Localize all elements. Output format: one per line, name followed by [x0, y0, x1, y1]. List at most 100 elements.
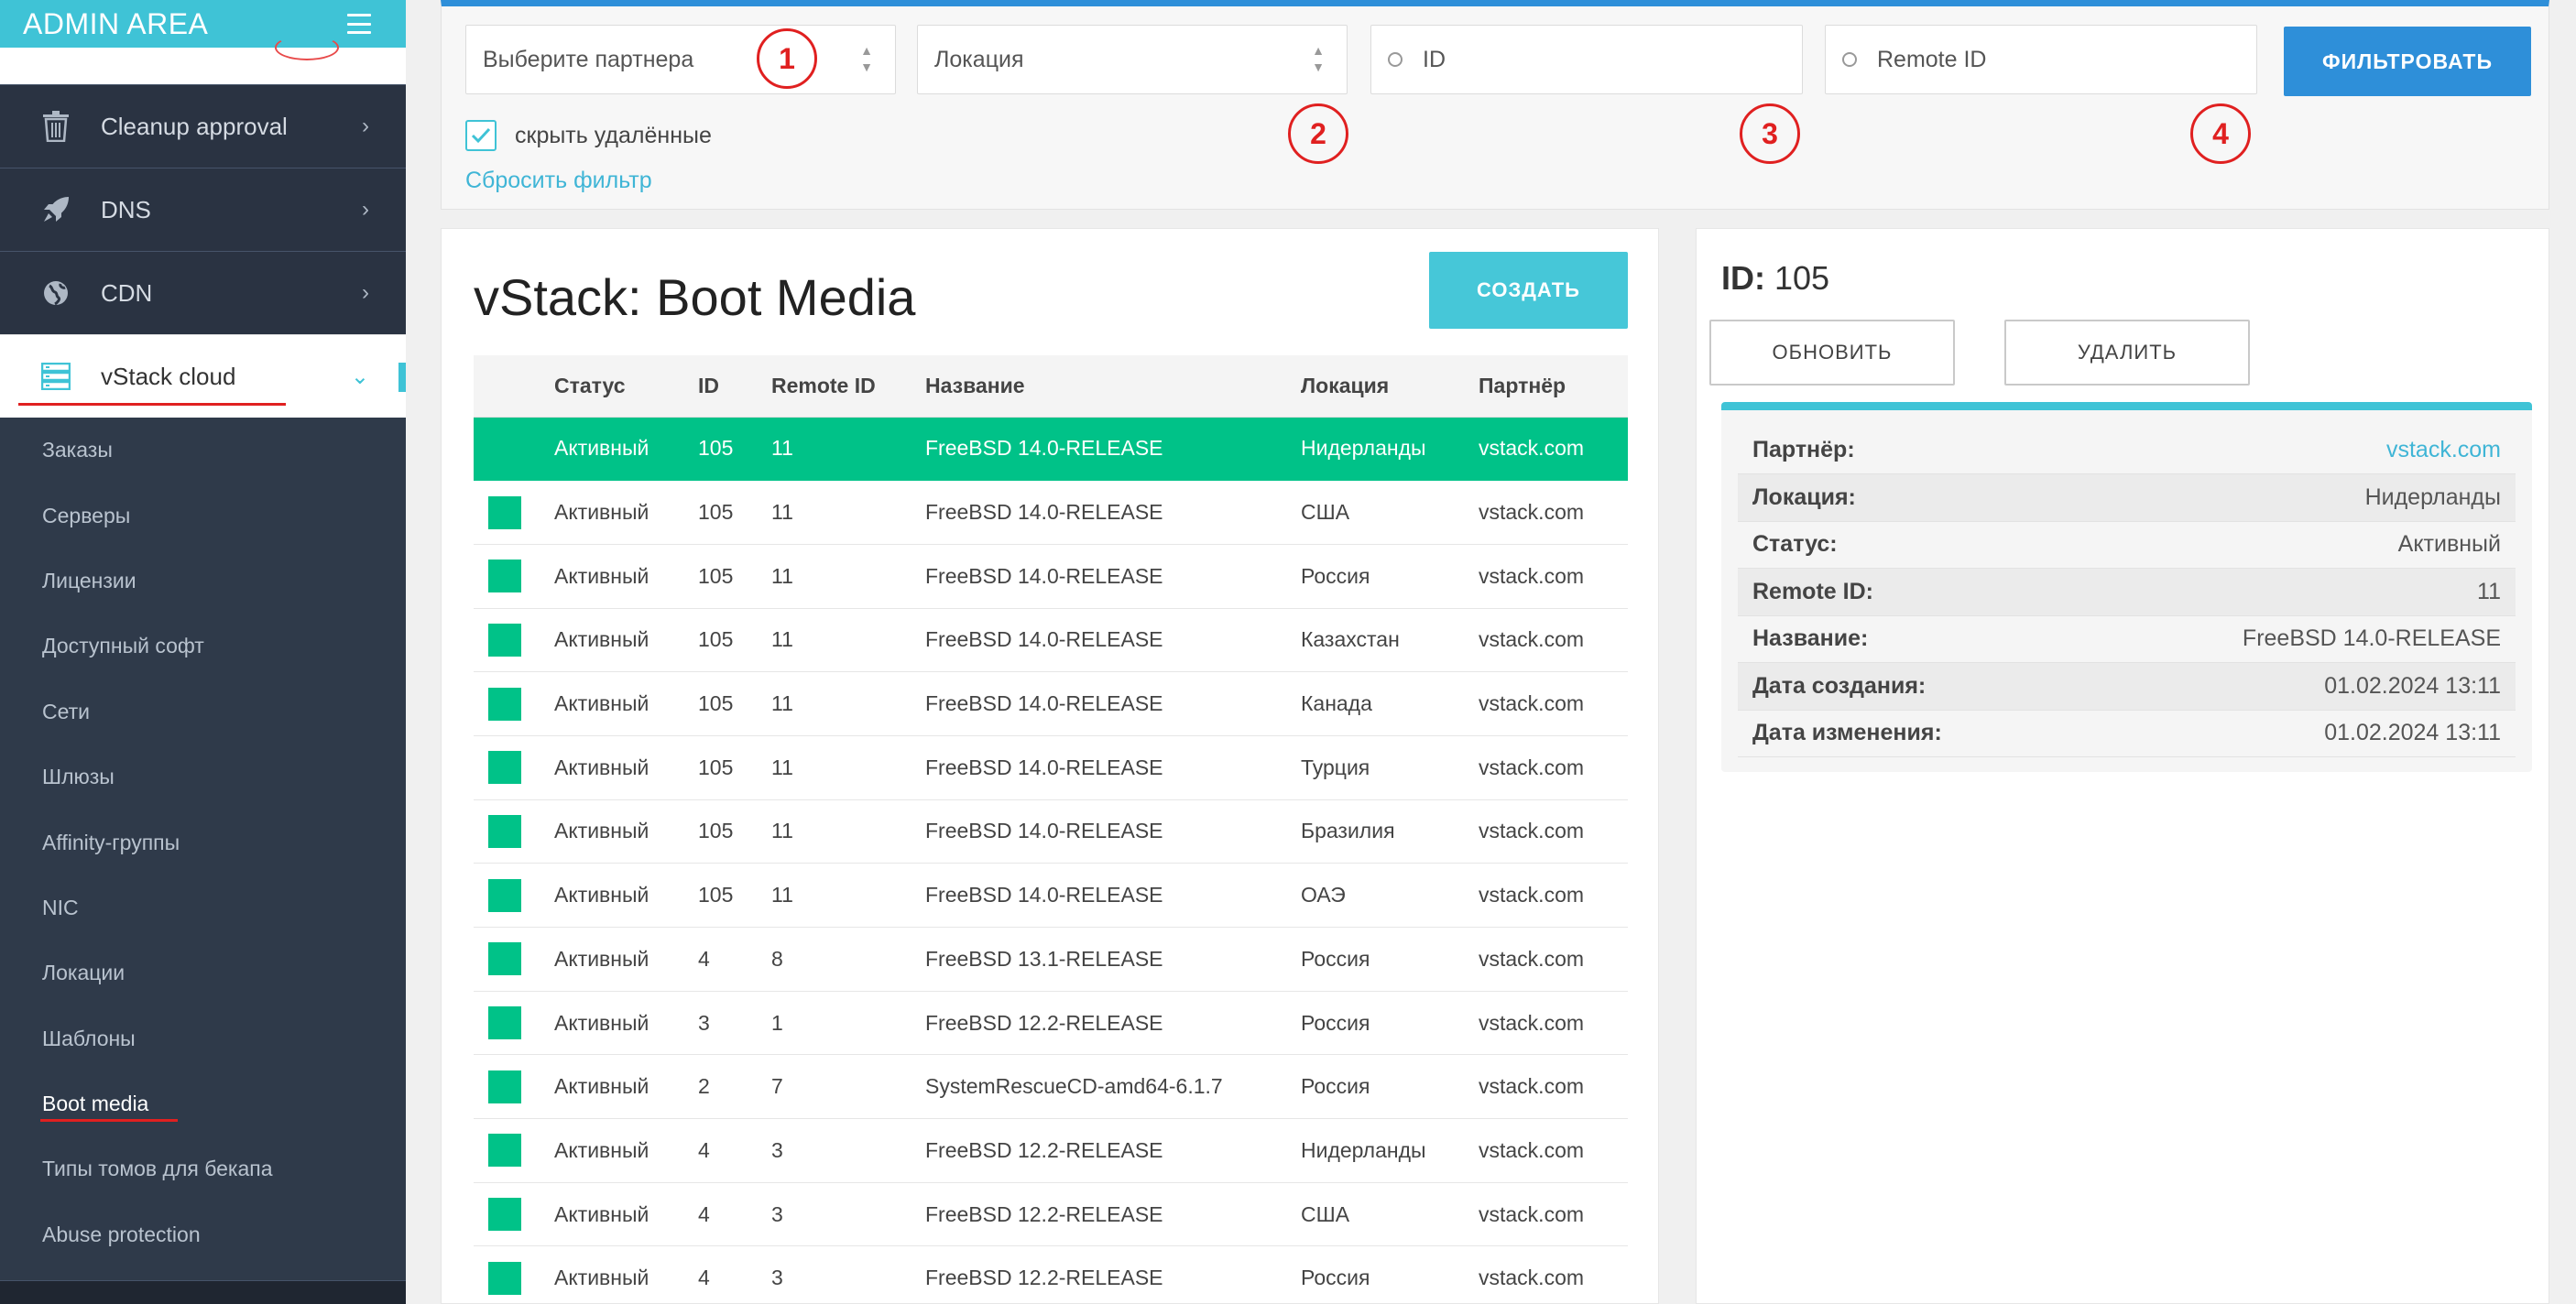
- location-cell: Нидерланды: [1301, 417, 1479, 482]
- chevron-right-icon: ›: [362, 197, 369, 222]
- status-marker-cell: [474, 799, 554, 864]
- sidebar-item-vstack-cloud[interactable]: vStack cloud ⌄: [0, 334, 406, 418]
- status-square-icon: [488, 751, 521, 785]
- table-row[interactable]: Активный 4 3 FreeBSD 12.2-RELEASE Нидерланды…: [474, 1118, 1628, 1183]
- id-input[interactable]: [1423, 46, 1713, 73]
- status-marker-cell: [474, 1245, 554, 1304]
- sidebar: ADMIN AREA Cleanup approval › DNS › CDN …: [0, 0, 406, 1304]
- table-row[interactable]: Активный 105 11 FreeBSD 14.0-RELEASE Бразили…: [474, 799, 1628, 864]
- create-button[interactable]: СОЗДАТЬ: [1429, 252, 1628, 329]
- remote-id-cell: 3: [771, 1118, 925, 1183]
- column-header-status[interactable]: Статус: [554, 355, 698, 418]
- sidebar-subitem-licenses[interactable]: Лицензии: [0, 549, 406, 614]
- sidebar-subitem-label: NIC: [42, 895, 79, 919]
- detail-key: Партнёр:: [1738, 427, 2074, 474]
- table-row[interactable]: Активный 2 7 SystemRescueCD-amd64-6.1.7 Росс…: [474, 1054, 1628, 1120]
- sidebar-subitem-networks[interactable]: Сети: [0, 679, 406, 744]
- annotation-mark: [275, 35, 339, 60]
- sidebar-subitem-affinity-groups[interactable]: Affinity-группы: [0, 810, 406, 875]
- column-header-partner[interactable]: Партнёр: [1479, 355, 1628, 418]
- column-header-marker: [474, 355, 554, 418]
- remote-id-cell: 11: [771, 863, 925, 928]
- location-cell: Турция: [1301, 735, 1479, 800]
- table-row[interactable]: Активный 105 11 FreeBSD 14.0-RELEASE Нидерла…: [474, 417, 1628, 482]
- column-header-location[interactable]: Локация: [1301, 355, 1479, 418]
- partner-select[interactable]: Выберите партнера ▲ ▼: [465, 25, 896, 94]
- partner-link[interactable]: vstack.com: [2386, 437, 2501, 462]
- sidebar-subitem-locations[interactable]: Локации: [0, 940, 406, 1005]
- circle-icon: [1842, 52, 1857, 67]
- id-cell: 2: [698, 1054, 771, 1120]
- location-select[interactable]: Локация ▲ ▼: [917, 25, 1348, 94]
- detail-id-value: 105: [1774, 259, 1830, 297]
- sidebar-item-cleanup-approval[interactable]: Cleanup approval ›: [0, 84, 406, 168]
- location-cell: США: [1301, 1182, 1479, 1247]
- sidebar-subitem-orders[interactable]: Заказы: [0, 418, 406, 483]
- sidebar-subitem-gateways[interactable]: Шлюзы: [0, 744, 406, 810]
- sidebar-subitem-boot-media[interactable]: Boot media: [0, 1071, 406, 1136]
- sidebar-subitem-nic[interactable]: NIC: [0, 875, 406, 940]
- sidebar-subitem-label: Сети: [42, 699, 91, 723]
- status-square-icon: [488, 1134, 521, 1168]
- status-square-icon: [488, 1070, 521, 1103]
- detail-value: 11: [2073, 568, 2516, 616]
- table-row[interactable]: Активный 4 3 FreeBSD 12.2-RELEASE США vstack.…: [474, 1182, 1628, 1247]
- id-cell: 105: [698, 480, 771, 545]
- boot-media-table: Статус ID Remote ID Название Локация Пар…: [474, 355, 1628, 1304]
- detail-id-label: ID:: [1721, 259, 1765, 297]
- remote-id-input[interactable]: [1877, 46, 2167, 73]
- id-field[interactable]: [1370, 25, 1803, 94]
- sidebar-subitem-servers[interactable]: Серверы: [0, 483, 406, 548]
- table-row[interactable]: Активный 105 11 FreeBSD 14.0-RELEASE ОАЭ vsta…: [474, 863, 1628, 928]
- update-button[interactable]: ОБНОВИТЬ: [1709, 320, 1955, 386]
- status-marker-cell: [474, 671, 554, 736]
- sidebar-item-dns[interactable]: DNS ›: [0, 168, 406, 251]
- sidebar-subitem-label: Доступный софт: [42, 634, 204, 658]
- delete-button[interactable]: УДАЛИТЬ: [2004, 320, 2250, 386]
- sidebar-footer: [0, 1280, 406, 1304]
- location-select-value: Локация: [934, 46, 1024, 72]
- table-row[interactable]: Активный 4 8 FreeBSD 13.1-RELEASE Россия vsta…: [474, 927, 1628, 992]
- name-cell: FreeBSD 14.0-RELEASE: [925, 735, 1301, 800]
- sidebar-subitem-software[interactable]: Доступный софт: [0, 614, 406, 679]
- sidebar-subitem-abuse-protection[interactable]: Abuse protection: [0, 1202, 406, 1267]
- status-square-icon: [488, 878, 521, 912]
- name-cell: SystemRescueCD-amd64-6.1.7: [925, 1054, 1301, 1120]
- detail-key: Статус:: [1738, 521, 2074, 569]
- reset-filter-link[interactable]: Сбросить фильтр: [465, 168, 652, 194]
- table-row[interactable]: Активный 105 11 FreeBSD 14.0-RELEASE Россия v…: [474, 544, 1628, 609]
- partner-cell: vstack.com: [1479, 991, 1628, 1056]
- sidebar-subitem-backup-volume-types[interactable]: Типы томов для бекапа: [0, 1136, 406, 1201]
- table-row[interactable]: Активный 4 3 FreeBSD 12.2-RELEASE Россия vsta…: [474, 1245, 1628, 1304]
- status-marker-cell: [474, 1182, 554, 1247]
- name-cell: FreeBSD 14.0-RELEASE: [925, 544, 1301, 609]
- sidebar-subitem-templates[interactable]: Шаблоны: [0, 1006, 406, 1071]
- id-cell: 4: [698, 927, 771, 992]
- table-row[interactable]: Активный 3 1 FreeBSD 12.2-RELEASE Россия vsta…: [474, 991, 1628, 1056]
- status-cell: Активный: [554, 1118, 698, 1183]
- column-header-remote-id[interactable]: Remote ID: [771, 355, 925, 418]
- filter-button[interactable]: ФИЛЬТРОВАТЬ: [2284, 27, 2531, 96]
- name-cell: FreeBSD 14.0-RELEASE: [925, 671, 1301, 736]
- column-header-name[interactable]: Название: [925, 355, 1301, 418]
- menu-icon[interactable]: [347, 14, 371, 34]
- status-square-icon: [488, 560, 521, 593]
- table-row[interactable]: Активный 105 11 FreeBSD 14.0-RELEASE Турция v…: [474, 735, 1628, 800]
- sidebar-item-cdn[interactable]: CDN ›: [0, 251, 406, 334]
- table-row[interactable]: Активный 105 11 FreeBSD 14.0-RELEASE Канада v…: [474, 671, 1628, 736]
- column-header-id[interactable]: ID: [698, 355, 771, 418]
- table-row[interactable]: Активный 105 11 FreeBSD 14.0-RELEASE США vsta…: [474, 480, 1628, 545]
- status-cell: Активный: [554, 671, 698, 736]
- hide-deleted-checkbox[interactable]: [465, 120, 497, 151]
- name-cell: FreeBSD 14.0-RELEASE: [925, 863, 1301, 928]
- remote-id-cell: 7: [771, 1054, 925, 1120]
- remote-id-cell: 3: [771, 1245, 925, 1304]
- sidebar-subitem-label: Affinity-группы: [42, 830, 180, 854]
- location-cell: Нидерланды: [1301, 1118, 1479, 1183]
- location-cell: ОАЭ: [1301, 863, 1479, 928]
- remote-id-field[interactable]: [1825, 25, 2257, 94]
- table-row[interactable]: Активный 105 11 FreeBSD 14.0-RELEASE Казахст…: [474, 608, 1628, 673]
- partner-cell: vstack.com: [1479, 863, 1628, 928]
- detail-row: Название: FreeBSD 14.0-RELEASE: [1738, 615, 2516, 663]
- hide-deleted-row[interactable]: скрыть удалённые: [465, 120, 712, 151]
